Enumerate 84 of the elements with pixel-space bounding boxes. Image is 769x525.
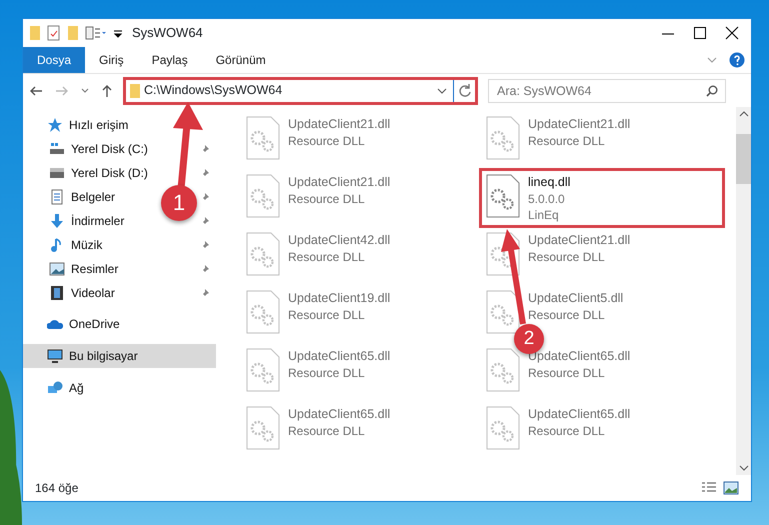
scrollbar[interactable]	[736, 107, 751, 475]
picture-icon	[49, 261, 65, 277]
window-title: SysWOW64	[132, 24, 203, 42]
selected-sidebar-row[interactable]: Bu bilgisayar	[23, 344, 216, 368]
address-path: C:\Windows\SysWOW64	[144, 82, 282, 100]
search-field[interactable]: Ara: SysWOW64	[488, 78, 726, 102]
file-name[interactable]: UpdateClient21.dll	[288, 116, 390, 133]
sidebar-item[interactable]: Belgeler	[71, 188, 116, 206]
sidebar-item[interactable]: Videolar	[71, 284, 115, 302]
view-icon[interactable]	[85, 26, 107, 40]
close-icon[interactable]	[725, 26, 739, 40]
sidebar-item[interactable]: Resimler	[71, 260, 118, 278]
computer-icon	[47, 348, 63, 364]
file-detail: Resource DLL	[288, 191, 366, 207]
dll-file-icon	[486, 116, 520, 160]
file-detail: 5.0.0.0	[528, 191, 566, 207]
dll-file-icon	[486, 174, 520, 218]
network-icon	[47, 380, 63, 396]
address-bar[interactable]: C:\Windows\SysWOW64	[125, 78, 476, 102]
recent-caret-icon[interactable]	[81, 88, 89, 94]
dropdown-caret-icon[interactable]	[437, 86, 447, 94]
file-name[interactable]: UpdateClient21.dll	[528, 232, 630, 249]
ribbon-tab[interactable]: Dosya	[23, 47, 86, 73]
video-icon	[49, 285, 65, 301]
dll-file-icon	[486, 348, 520, 392]
highlighted-file-item[interactable]: lineq.dll 5.0.0.0 LinEq	[482, 171, 722, 225]
dll-file-icon	[486, 406, 520, 450]
scroll-down-icon[interactable]	[738, 464, 748, 472]
dll-file-icon	[246, 174, 280, 218]
file-name[interactable]: UpdateClient65.dll	[528, 406, 630, 423]
file-detail: Resource DLL	[528, 365, 606, 381]
download-icon	[49, 213, 65, 229]
dll-file-icon	[246, 348, 280, 392]
dll-file-icon	[246, 232, 280, 276]
properties-icon[interactable]	[47, 25, 61, 41]
ribbon-tab[interactable]: Giriş	[85, 47, 138, 73]
file-detail: LinEq	[528, 207, 560, 223]
dll-file-icon	[486, 290, 520, 334]
dll-file-icon	[246, 406, 280, 450]
file-name[interactable]: lineq.dll	[528, 174, 570, 191]
sidebar-item[interactable]: Bu bilgisayar	[69, 347, 138, 365]
star-icon	[47, 117, 63, 133]
file-name[interactable]: UpdateClient21.dll	[288, 174, 390, 191]
drive-icon	[49, 165, 65, 181]
file-name[interactable]: UpdateClient42.dll	[288, 232, 390, 249]
customize-caret-icon[interactable]	[113, 28, 123, 38]
sidebar-item[interactable]: Yerel Disk (D:)	[71, 164, 148, 182]
sidebar-item[interactable]: İndirmeler	[71, 212, 124, 230]
search-icon[interactable]	[706, 84, 718, 96]
ribbon-tab[interactable]: Paylaş	[138, 47, 202, 73]
sidebar-item[interactable]: OneDrive	[69, 315, 120, 333]
scroll-up-icon[interactable]	[738, 110, 748, 118]
dll-file-icon	[246, 116, 280, 160]
item-count: 164 öğe	[35, 480, 78, 497]
expand-ribbon-icon[interactable]	[707, 56, 717, 64]
file-detail: Resource DLL	[288, 365, 366, 381]
help-icon[interactable]	[729, 52, 745, 68]
file-name[interactable]: UpdateClient19.dll	[288, 290, 390, 307]
scroll-thumb[interactable]	[736, 134, 751, 184]
file-detail: Resource DLL	[288, 307, 366, 323]
maximize-icon[interactable]	[693, 26, 707, 40]
sidebar-item[interactable]: Hızlı erişim	[69, 116, 128, 134]
sidebar-item[interactable]: Yerel Disk (C:)	[71, 140, 148, 158]
back-arrow-icon[interactable]	[29, 84, 43, 96]
file-detail: Resource DLL	[288, 423, 366, 439]
ribbon-tab[interactable]: Görünüm	[202, 47, 280, 73]
file-name[interactable]: UpdateClient5.dll	[528, 290, 624, 307]
up-arrow-icon[interactable]	[101, 84, 113, 98]
file-detail: Resource DLL	[288, 249, 366, 265]
file-detail: Resource DLL	[288, 133, 366, 149]
dll-file-icon	[246, 290, 280, 334]
file-detail: Resource DLL	[528, 307, 606, 323]
file-detail: Resource DLL	[528, 249, 606, 265]
large-icons-view-icon[interactable]	[723, 481, 739, 495]
document-icon	[49, 189, 65, 205]
sidebar-item[interactable]: Ağ	[69, 379, 84, 397]
file-name[interactable]: UpdateClient21.dll	[528, 116, 630, 133]
sidebar-item[interactable]: Müzik	[71, 236, 102, 254]
file-detail: Resource DLL	[528, 423, 606, 439]
file-detail: Resource DLL	[528, 133, 606, 149]
folder-icon	[129, 82, 141, 98]
file-name[interactable]: UpdateClient65.dll	[288, 348, 390, 365]
system-drive-icon	[49, 141, 65, 157]
file-name[interactable]: UpdateClient65.dll	[288, 406, 390, 423]
